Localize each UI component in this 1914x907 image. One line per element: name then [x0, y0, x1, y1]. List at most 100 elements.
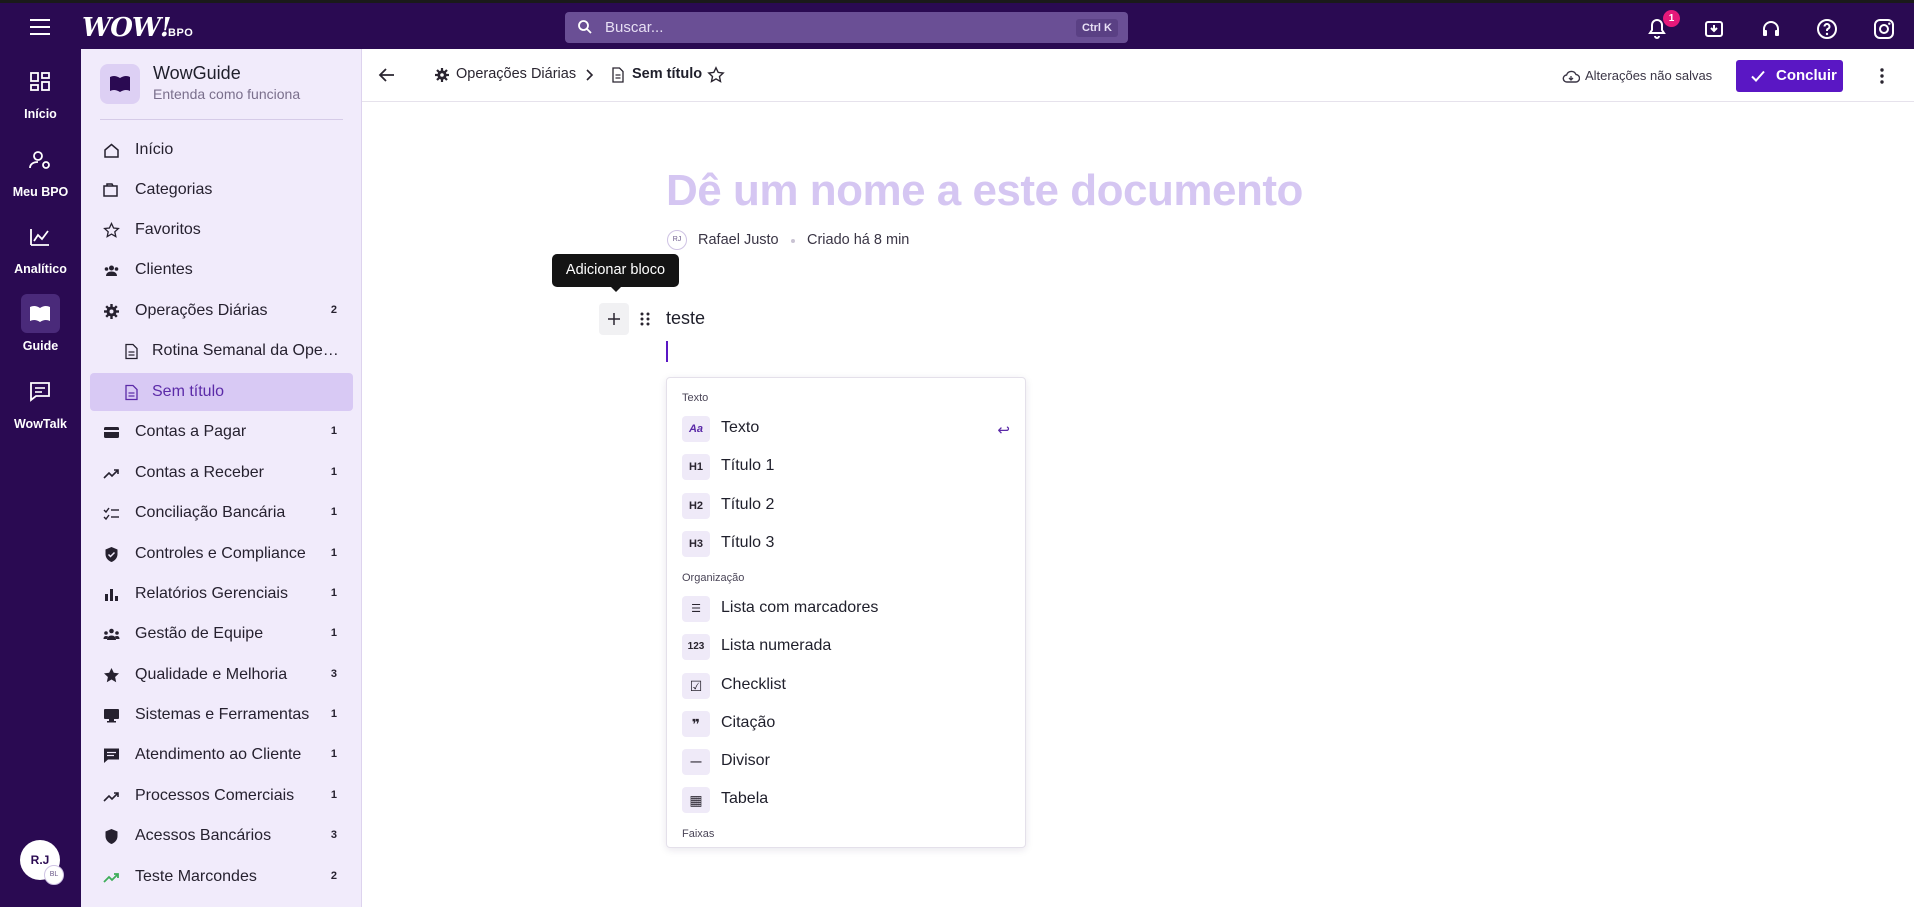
more-vertical-icon[interactable] — [1872, 64, 1892, 88]
breadcrumb-parent-label: Operações Diárias — [456, 66, 577, 82]
search-icon — [577, 19, 593, 35]
star-icon — [103, 222, 120, 239]
company-avatar: BL — [44, 865, 64, 885]
conclude-button[interactable]: Concluir — [1736, 60, 1843, 92]
sidebar-item-count: 1 — [330, 708, 337, 720]
sidebar-item-rotina-semanal[interactable]: Rotina Semanal da Operação — [90, 332, 353, 370]
star-filled-icon — [103, 667, 120, 684]
menu-item-lista-numerada[interactable]: 123 Lista numerada — [667, 629, 1025, 665]
back-arrow-icon[interactable] — [376, 64, 398, 86]
sidebar-item-count: 1 — [330, 547, 337, 559]
breadcrumb-current-label: Sem título — [632, 66, 703, 82]
sidebar-item-operacoes-diarias[interactable]: Operações Diárias 2 — [90, 292, 353, 330]
heading-1-icon: H1 — [682, 454, 710, 480]
menu-item-citacao[interactable]: ❞ Citação — [667, 706, 1025, 742]
menu-section-heading: Texto — [682, 392, 709, 404]
download-inbox-icon[interactable] — [1702, 17, 1726, 41]
sidebar-item-label: Teste Marcondes — [135, 868, 257, 885]
trending-up-icon — [103, 788, 120, 805]
instagram-icon[interactable] — [1872, 17, 1896, 41]
sidebar-item-count: 2 — [330, 304, 337, 316]
sidebar-item-teste-marcondes[interactable]: Teste Marcondes 2 — [90, 858, 353, 896]
menu-item-titulo-1[interactable]: H1 Título 1 — [667, 449, 1025, 485]
document-icon — [123, 384, 140, 401]
favorite-star-icon[interactable] — [707, 66, 725, 84]
logo-subtitle: BPO — [168, 27, 194, 39]
trending-up-icon — [103, 869, 120, 886]
sidebar-subtitle: Entenda como funciona — [153, 86, 301, 102]
sidebar-item-count: 1 — [330, 627, 337, 639]
sidebar-item-relatorios-gerenciais[interactable]: Relatórios Gerenciais 1 — [90, 575, 353, 613]
rail-item-guide[interactable]: Guide — [0, 294, 81, 371]
sidebar-item-categorias[interactable]: Categorias — [90, 171, 353, 209]
sidebar-item-conciliacao-bancaria[interactable]: Conciliação Bancária 1 — [90, 494, 353, 532]
menu-item-tabela[interactable]: ▦ Tabela — [667, 782, 1025, 818]
sidebar-item-qualidade-melhoria[interactable]: Qualidade e Melhoria 3 — [90, 656, 353, 694]
sidebar-item-label: Contas a Pagar — [135, 423, 247, 440]
author-avatar: RJ — [667, 230, 687, 250]
document-title-input[interactable]: Dê um nome a este documento — [666, 166, 1303, 216]
text-type-icon: Aa — [682, 416, 710, 442]
sidebar-item-label: Favoritos — [135, 221, 201, 238]
menu-item-texto[interactable]: Aa Texto ↩ — [667, 411, 1025, 447]
rail-item-inicio[interactable]: Início — [0, 69, 81, 139]
sidebar-item-processos-comerciais[interactable]: Processos Comerciais 1 — [90, 777, 353, 815]
sidebar-item-controles-compliance[interactable]: Controles e Compliance 1 — [90, 535, 353, 573]
menu-item-label: Tabela — [721, 790, 769, 807]
menu-icon[interactable] — [26, 15, 54, 39]
search-bar[interactable]: Ctrl K — [565, 12, 1128, 43]
dashboard-grid-icon — [27, 69, 53, 95]
menu-item-label: Citação — [721, 714, 776, 731]
headset-icon[interactable] — [1759, 17, 1783, 41]
sidebar-item-label: Acessos Bancários — [135, 827, 272, 844]
sidebar-item-contas-a-receber[interactable]: Contas a Receber 1 — [90, 454, 353, 492]
menu-section-heading: Faixas — [682, 828, 715, 840]
sidebar-item-favoritos[interactable]: Favoritos — [90, 211, 353, 249]
notification-badge: 1 — [1663, 10, 1680, 27]
menu-item-label: Lista numerada — [721, 637, 832, 654]
menu-item-titulo-3[interactable]: H3 Título 3 — [667, 526, 1025, 562]
created-time: Criado há 8 min — [807, 232, 910, 248]
sidebar-item-clientes[interactable]: Clientes — [90, 251, 353, 289]
menu-item-label: Título 3 — [721, 534, 775, 551]
menu-item-divisor[interactable]: — Divisor — [667, 744, 1025, 780]
sidebar-item-gestao-de-equipe[interactable]: Gestão de Equipe 1 — [90, 615, 353, 653]
enter-key-icon: ↩ — [997, 422, 1010, 439]
text-block[interactable]: teste — [666, 308, 705, 329]
home-icon — [103, 142, 120, 159]
help-icon[interactable] — [1815, 17, 1839, 41]
sidebar-item-atendimento-cliente[interactable]: Atendimento ao Cliente 1 — [90, 736, 353, 774]
rail-item-analitico[interactable]: Analítico — [0, 224, 81, 294]
sidebar-item-count: 1 — [330, 587, 337, 599]
sidebar-item-label: Conciliação Bancária — [135, 504, 286, 521]
sidebar-item-count: 1 — [330, 789, 337, 801]
menu-item-checklist[interactable]: ☑ Checklist — [667, 668, 1025, 704]
chat-icon — [27, 379, 53, 405]
sidebar-item-count: 3 — [330, 829, 337, 841]
logo[interactable]: WOW! — [82, 13, 171, 43]
sidebar-item-sistemas-ferramentas[interactable]: Sistemas e Ferramentas 1 — [90, 696, 353, 734]
sidebar-item-label: Contas a Receber — [135, 464, 264, 481]
sidebar-item-label: Rotina Semanal da Operação — [152, 342, 342, 359]
rail-item-wowtalk[interactable]: WowTalk — [0, 379, 81, 449]
search-input[interactable] — [605, 12, 1025, 43]
sidebar-item-contas-a-pagar[interactable]: Contas a Pagar 1 — [90, 413, 353, 451]
search-shortcut: Ctrl K — [1076, 19, 1118, 37]
sidebar-item-inicio[interactable]: Início — [90, 131, 353, 169]
sidebar-item-acessos-bancarios[interactable]: Acessos Bancários 3 — [90, 817, 353, 855]
add-block-button[interactable] — [599, 303, 629, 335]
drag-handle-icon[interactable] — [638, 309, 652, 329]
divider-icon: — — [682, 749, 710, 775]
menu-item-label: Divisor — [721, 752, 770, 769]
rail-item-meu-bpo[interactable]: Meu BPO — [0, 147, 81, 217]
sidebar-item-label: Sistemas e Ferramentas — [135, 706, 310, 723]
app-rail: Início Meu BPO Analítico Guide WowTalk R… — [0, 49, 81, 907]
sidebar-item-label: Processos Comerciais — [135, 787, 295, 804]
sidebar-item-sem-titulo[interactable]: Sem título — [90, 373, 353, 411]
rail-label: Guide — [22, 339, 59, 353]
menu-item-titulo-2[interactable]: H2 Título 2 — [667, 488, 1025, 524]
sidebar-divider — [100, 119, 343, 120]
sidebar-item-count: 1 — [330, 748, 337, 760]
text-caret — [666, 341, 668, 362]
menu-item-lista-marcadores[interactable]: ☰ Lista com marcadores — [667, 591, 1025, 627]
